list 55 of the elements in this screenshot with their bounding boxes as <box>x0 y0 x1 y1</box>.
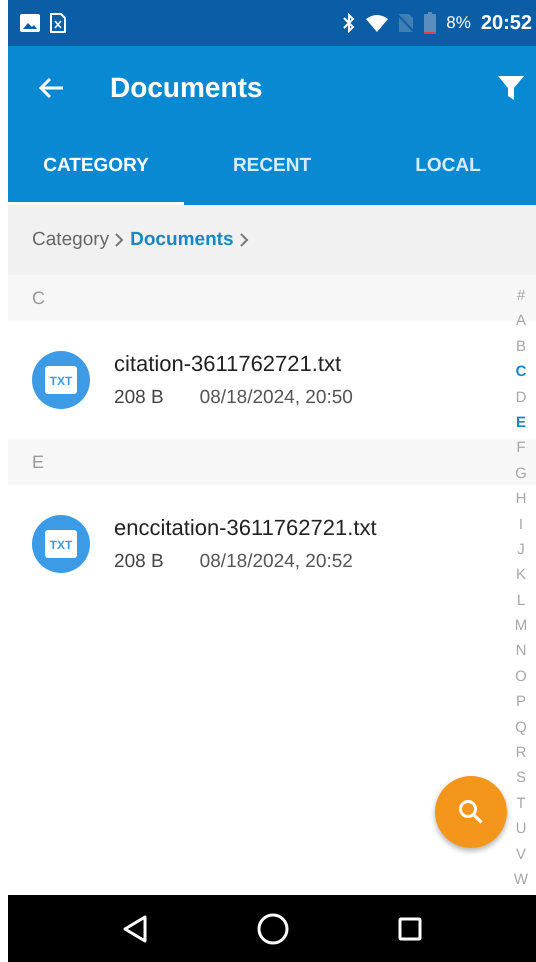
index-letter[interactable]: B <box>516 334 526 360</box>
tab[interactable]: LOCAL <box>360 130 536 205</box>
text-file-icon: TXT <box>32 515 90 573</box>
section-letter: E <box>32 452 44 472</box>
index-letter[interactable]: O <box>515 664 527 690</box>
text-file-icon: TXT <box>32 351 90 409</box>
screen-title: Documents <box>110 72 264 104</box>
index-letter[interactable]: U <box>516 816 526 842</box>
bluetooth-icon <box>342 13 356 33</box>
file-name[interactable]: enccitation-3611762721.txt <box>114 515 377 541</box>
index-letter[interactable]: D <box>516 384 526 410</box>
file-icon <box>50 13 66 33</box>
modified-date: 08/18/2024, 20:52 <box>200 551 353 573</box>
index-letter[interactable]: S <box>516 765 526 791</box>
index-letter[interactable]: E <box>516 410 526 436</box>
file-size: 208 B <box>114 551 164 573</box>
tab[interactable]: RECENT <box>184 130 360 205</box>
index-letter[interactable]: J <box>517 536 525 562</box>
overview-icon[interactable] <box>398 916 422 940</box>
back-icon[interactable] <box>122 914 148 942</box>
index-letter[interactable]: Q <box>515 714 527 740</box>
file-name[interactable]: citation-3611762721.txt <box>114 351 353 377</box>
modified-date: 08/18/2024, 20:50 <box>200 387 353 409</box>
file-size: 208 B <box>114 387 164 409</box>
index-letter[interactable]: T <box>516 790 526 816</box>
index-letter[interactable]: P <box>516 689 526 715</box>
index-letter[interactable]: C <box>516 359 526 385</box>
image-icon <box>20 14 40 32</box>
index-letter[interactable]: # <box>516 283 526 308</box>
index-letter[interactable]: W <box>514 866 528 892</box>
home-icon[interactable] <box>256 912 289 944</box>
index-letter[interactable]: V <box>516 842 526 867</box>
index-letter[interactable]: M <box>514 613 528 638</box>
breadcrumb-item[interactable]: Category <box>32 229 110 251</box>
index-letter[interactable]: F <box>516 435 526 461</box>
clock: 20:52 <box>480 12 532 34</box>
filter-icon[interactable] <box>498 75 524 101</box>
chevron-icon <box>115 233 124 247</box>
battery-percent: 8% <box>446 13 471 33</box>
wifi-icon <box>366 14 388 32</box>
battery-icon <box>424 12 436 34</box>
index-letter[interactable]: L <box>516 588 526 614</box>
no-sim-icon <box>398 13 414 33</box>
index-letter[interactable]: R <box>516 740 526 766</box>
back-arrow-icon[interactable] <box>38 77 64 99</box>
search-icon <box>458 799 484 825</box>
index-letter[interactable]: K <box>516 562 526 588</box>
breadcrumb-item[interactable]: Documents <box>130 229 234 251</box>
index-letter[interactable]: N <box>516 638 526 664</box>
section-letter: C <box>32 288 45 308</box>
chevron-icon <box>240 233 249 247</box>
index-letter[interactable]: G <box>515 460 527 486</box>
index-letter[interactable]: H <box>516 486 526 512</box>
index-letter[interactable]: A <box>516 308 526 334</box>
index-letter[interactable]: I <box>518 512 524 537</box>
